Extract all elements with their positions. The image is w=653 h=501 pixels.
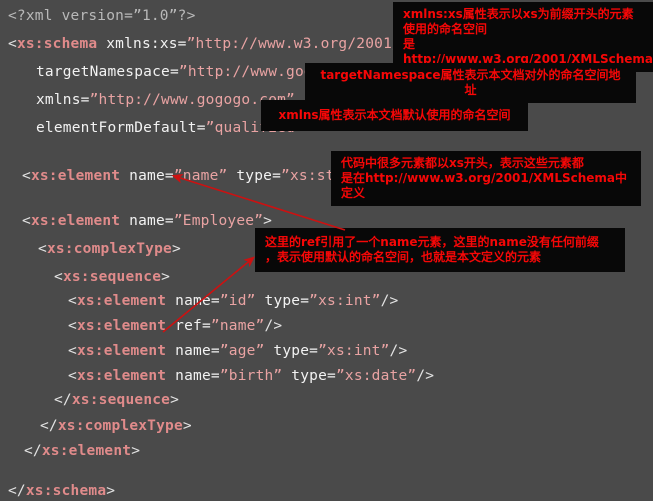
code-attribute-name: type= [255,293,310,309]
code-attribute-name: ref= [166,318,211,334]
xml-schema-annotated-screenshot: <?xml version=”1.0”?> <xs:schema xmlns:xs… [0,0,653,501]
code-tag-name: xs:sequence [62,269,162,285]
code-attribute-name: type= [227,168,282,184]
code-bracket: < [22,213,31,229]
code-tag-name: xs:element [76,318,167,334]
code-line: </xs:complexType> [0,418,192,434]
code-bracket: > [263,213,273,229]
code-line: <xs:element name=”id” type=”xs:int”/> [0,293,399,309]
code-bracket: </ [8,483,26,499]
code-attribute-value: ”age” [219,343,265,359]
code-attribute-value: ”name” [173,168,228,184]
code-bracket: < [22,168,31,184]
code-bracket: /> [380,293,399,309]
code-bracket: < [68,293,77,309]
code-bracket: > [131,443,141,459]
code-line: <xs:element name=”age” type=”xs:int”/> [0,343,407,359]
code-line: <xs:sequence> [0,269,170,285]
code-bracket: </ [54,392,72,408]
note-xmlnsxs-text: xmlns:xs属性表示以xs为前缀开头的元素 使用的命名空间 是http://… [403,7,653,66]
code-bracket: < [8,36,17,52]
code-attribute-value: ”Employee” [173,213,264,229]
code-line: </xs:sequence> [0,392,179,408]
code-tag-name: xs:schema [16,36,98,52]
code-tag-name: xs:element [76,293,167,309]
note-targetnamespace: targetNamespace属性表示本文档对外的命名空间地址 [305,63,636,103]
code-bracket: < [38,241,47,257]
code-tag-name: xs:sequence [71,392,171,408]
note-xs-prefix-text: 代码中很多元素都以xs开头，表示这些元素都 是在http://www.w3.or… [341,156,628,200]
code-attribute-name: xmlns= [36,92,90,108]
code-attribute-name: name= [120,168,174,184]
code-attribute-name: type= [282,368,336,384]
note-xmlns-text: xmlns属性表示本文档默认使用的命名空间 [278,108,511,122]
note-xmlns: xmlns属性表示本文档默认使用的命名空间 [261,100,528,131]
code-attribute-value: ”name” [210,318,265,334]
code-line: <xs:element name=”birth” type=”xs:date”/… [0,368,434,384]
code-bracket: /> [264,318,283,334]
code-tag-name: xs:complexType [46,241,172,257]
code-line: xmlns=”http://www.gogogo.com” [0,92,295,108]
code-attribute-value: ”xs:int” [309,293,381,309]
code-line: <?xml version=”1.0”?> [0,8,196,24]
note-targetnamespace-text: targetNamespace属性表示本文档对外的命名空间地址 [320,68,621,97]
code-attribute-name: targetNamespace= [36,64,179,80]
code-bracket: </ [24,443,42,459]
note-xmlnsxs: xmlns:xs属性表示以xs为前缀开头的元素 使用的命名空间 是http://… [393,2,653,72]
code-bracket: > [161,269,171,285]
note-ref-text: 这里的ref引用了一个name元素，这里的name没有任何前缀 ，表示使用默认的… [265,235,599,264]
code-attribute-value: ”xs:date” [335,368,417,384]
code-line: <xs:element name=”Employee”> [0,213,272,229]
code-tag-name: xs:element [41,443,132,459]
code-attribute-name: type= [264,343,319,359]
code-bracket: < [68,343,77,359]
code-tag-name: xs:element [30,168,121,184]
code-line: <xs:complexType> [0,241,181,257]
note-xs-prefix: 代码中很多元素都以xs开头，表示这些元素都 是在http://www.w3.or… [331,151,641,206]
code-bracket: </ [40,418,58,434]
code-attribute-name: name= [120,213,174,229]
code-processing-instruction: <?xml version=”1.0”?> [8,8,196,24]
code-attribute-name: name= [166,343,220,359]
code-bracket: > [170,392,180,408]
code-bracket: > [171,241,181,257]
code-bracket: /> [389,343,408,359]
code-line: </xs:schema> [0,483,115,499]
code-attribute-name: elementFormDefault= [36,120,206,136]
code-tag-name: xs:element [76,368,167,384]
code-line: <xs:element ref=”name”/> [0,318,282,334]
code-attribute-value: ”birth” [219,368,283,384]
code-tag-name: xs:schema [25,483,107,499]
code-tag-name: xs:complexType [57,418,183,434]
code-line: </xs:element> [0,443,140,459]
code-tag-name: xs:element [76,343,167,359]
code-attribute-name: name= [166,368,220,384]
code-attribute-value: ”xs:int” [318,343,390,359]
code-bracket: > [106,483,116,499]
code-attribute-name: xmlns:xs= [97,36,187,52]
code-bracket: < [68,318,77,334]
code-bracket: < [54,269,63,285]
code-attribute-name: name= [166,293,220,309]
code-bracket: > [182,418,192,434]
code-attribute-value: ”id” [219,293,256,309]
code-bracket: < [68,368,77,384]
note-ref: 这里的ref引用了一个name元素，这里的name没有任何前缀 ，表示使用默认的… [255,228,625,272]
code-tag-name: xs:element [30,213,121,229]
code-bracket: /> [416,368,435,384]
